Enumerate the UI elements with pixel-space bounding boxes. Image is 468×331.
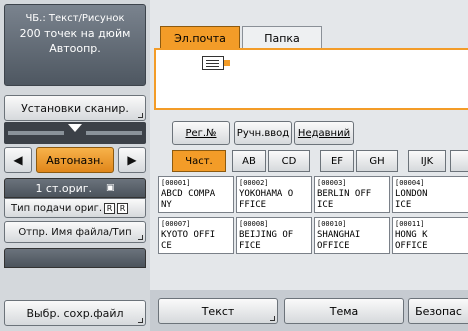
destination-number: [00004] [395, 179, 425, 187]
density-segment-left [8, 131, 64, 135]
index-tab-label: Част. [185, 155, 213, 167]
text-button-label: Текст [201, 304, 235, 318]
tab-email[interactable]: Эл.почта [160, 26, 240, 49]
scan-settings-button[interactable]: Установки сканир. [4, 95, 146, 121]
destination-name-line2: FFICE [239, 200, 267, 210]
destination-number: [00011] [395, 220, 425, 228]
corner-icon [138, 113, 143, 118]
destination-button[interactable]: [00002] YOKOHAMA O FFICE [236, 176, 312, 213]
recent-button[interactable]: Недавний [294, 121, 354, 145]
destination-name-line1: SHANGHAI [317, 230, 361, 240]
subject-button[interactable]: Тема [284, 298, 404, 324]
destination-number: [00002] [239, 179, 269, 187]
status-line-resolution: 200 точек на дюйм [19, 27, 131, 40]
corner-icon [138, 235, 143, 240]
bottom-bar: Текст Тема Безопас [150, 290, 468, 331]
feed-type-label: Тип подачи ориг. [11, 202, 103, 214]
tab-ef[interactable]: EF [320, 150, 354, 172]
select-stored-label: Выбр. сохр.файл [26, 306, 124, 320]
destination-button[interactable]: [00003] BERLIN OFF ICE [314, 176, 390, 213]
security-button-label: Безопас [415, 304, 462, 318]
destination-button[interactable]: [00004] LONDON ICE [392, 176, 468, 213]
destination-name-line2: CE [161, 241, 172, 251]
arrow-left-icon: ◀ [13, 153, 23, 167]
subject-button-label: Тема [329, 304, 359, 318]
scan-status-display: ЧБ.: Текст/Рисунок 200 точек на дюйм Авт… [4, 4, 146, 86]
destination-name-line1: BERLIN OFF [317, 189, 372, 199]
index-tab-label: AB [242, 155, 256, 167]
destination-name-line2: FICE [239, 241, 261, 251]
manual-input-button[interactable]: Ручн.ввод [234, 121, 292, 145]
destination-name-line2: OFFICE [395, 241, 428, 251]
security-button[interactable]: Безопас [408, 298, 468, 324]
density-darker-button[interactable]: ▶ [118, 147, 146, 173]
originals-display: 1 ст.ориг. ▣ [4, 178, 146, 198]
tab-gh[interactable]: GH [356, 150, 398, 172]
single-side-icon: R [104, 202, 116, 214]
destination-name-line1: KYOTO OFFI [161, 230, 216, 240]
destination-name-line2: ICE [317, 200, 334, 210]
density-bar [4, 122, 146, 144]
tab-ijk[interactable]: IJK [408, 150, 446, 172]
email-envelope-icon [202, 56, 224, 70]
destination-name-line1: BEIJING OF [239, 230, 294, 240]
index-tab-label: EF [330, 155, 344, 167]
arrow-right-icon: ▶ [127, 153, 137, 167]
destination-field[interactable] [154, 48, 468, 110]
auto-density-button[interactable]: Автоназн. [36, 147, 114, 173]
manual-input-label: Ручн.ввод [236, 127, 290, 139]
corner-icon [270, 316, 275, 321]
destination-button[interactable]: [00008] BEIJING OF FICE [236, 217, 312, 254]
tab-ab[interactable]: AB [232, 150, 266, 172]
email-badge-icon [224, 60, 230, 66]
destination-number: [00008] [239, 220, 269, 228]
destination-button[interactable]: [00001] ABCD COMPA NY [158, 176, 234, 213]
tab-folder-label: Папка [264, 31, 300, 45]
status-line-mode: ЧБ.: Текст/Рисунок [25, 13, 125, 24]
feed-type-button[interactable]: Тип подачи ориг. R R [4, 198, 146, 218]
index-tab-label: GH [369, 155, 385, 167]
destination-name-line1: YOKOHAMA O [239, 189, 294, 199]
destination-button[interactable]: [00010] SHANGHAI OFFICE [314, 217, 390, 254]
left-divider-strip [4, 248, 146, 268]
corner-icon [138, 318, 143, 323]
density-indicator-icon [68, 124, 82, 132]
scan-settings-label: Установки сканир. [21, 101, 129, 115]
send-filename-label: Отпр. Имя файла/Тип [18, 226, 132, 238]
tab-email-label: Эл.почта [174, 31, 226, 45]
original-orientation-icon: ▣ [106, 183, 115, 193]
density-lighter-button[interactable]: ◀ [4, 147, 32, 173]
select-stored-file-button[interactable]: Выбр. сохр.файл [4, 300, 146, 326]
status-line-size: Автоопр. [49, 42, 101, 55]
index-tab-label: IJK [420, 155, 434, 167]
left-panel: ЧБ.: Текст/Рисунок 200 точек на дюйм Авт… [0, 0, 150, 331]
destination-number: [00001] [161, 179, 191, 187]
destination-number: [00007] [161, 220, 191, 228]
destination-name-line1: HONG K [395, 230, 428, 240]
destination-number: [00010] [317, 220, 347, 228]
destination-name-line1: ABCD COMPA [161, 189, 216, 199]
reg-number-label: Рег.№ [185, 127, 217, 139]
destination-name-line2: OFFICE [317, 241, 350, 251]
tab-frequent[interactable]: Част. [172, 150, 226, 172]
destination-number: [00003] [317, 179, 347, 187]
send-filename-type-button[interactable]: Отпр. Имя файла/Тип [4, 221, 146, 243]
destination-name-line2: ICE [395, 200, 412, 210]
reg-number-button[interactable]: Рег.№ [172, 121, 230, 145]
recent-label: Недавний [297, 127, 351, 139]
density-segment-right [86, 131, 142, 135]
destination-name-line1: LONDON [395, 189, 428, 199]
index-tab-label: CD [281, 155, 297, 167]
right-panel: Эл.почта Папка Рег.№ Ручн.ввод Недавний … [150, 0, 468, 331]
originals-label: 1 ст.ориг. [35, 181, 93, 195]
auto-density-label: Автоназн. [46, 153, 104, 167]
text-button[interactable]: Текст [158, 298, 278, 324]
tab-folder[interactable]: Папка [242, 26, 322, 49]
destination-button[interactable]: [00011] HONG K OFFICE [392, 217, 468, 254]
tab-next-partial[interactable] [450, 150, 468, 172]
double-side-icon: R [117, 202, 129, 214]
tab-cd[interactable]: CD [268, 150, 310, 172]
destination-button[interactable]: [00007] KYOTO OFFI CE [158, 217, 234, 254]
destination-name-line2: NY [161, 200, 172, 210]
